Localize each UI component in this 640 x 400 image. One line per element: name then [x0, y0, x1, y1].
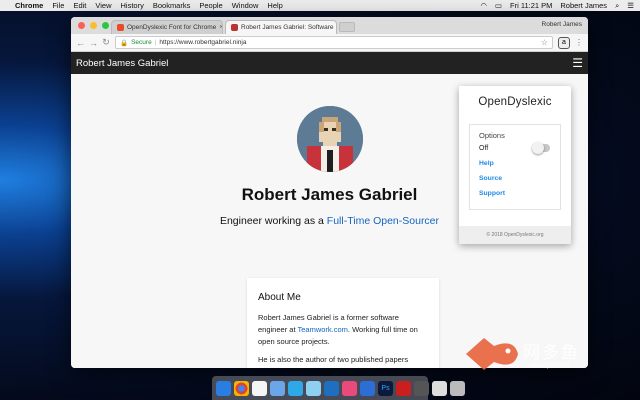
reload-icon[interactable]: ↻ [102, 37, 110, 48]
window-controls [78, 22, 109, 29]
favicon-icon [117, 24, 124, 31]
about-card: About Me Robert James Gabriel is a forme… [247, 278, 439, 368]
menu-edit[interactable]: Edit [73, 1, 86, 10]
teamwork-link[interactable]: Teamwork.com [297, 325, 347, 334]
minimize-window-button[interactable] [90, 22, 97, 29]
popup-footer: © 2018 OpenDyslexic.org [459, 226, 571, 244]
itunes-icon[interactable] [342, 380, 357, 396]
tab-robert-gabriel[interactable]: Robert James Gabriel: Software × [225, 20, 337, 34]
clock[interactable]: Fri 11:21 PM [510, 1, 552, 10]
menubar-user[interactable]: Robert James [560, 1, 607, 10]
app-store-icon[interactable] [360, 380, 375, 396]
site-brand[interactable]: Robert James Gabriel [76, 58, 168, 69]
downloads-icon[interactable] [432, 380, 447, 396]
avatar [297, 106, 363, 172]
back-icon[interactable]: ← [76, 38, 85, 48]
extension-popup: OpenDyslexic Options Off Help Source Sup… [459, 86, 571, 244]
bookmark-star-icon[interactable]: ☆ [541, 38, 548, 47]
site-navbar: Robert James Gabriel ☰ [71, 52, 588, 74]
menu-app-name[interactable]: Chrome [15, 1, 43, 10]
divider: | [154, 39, 157, 46]
menu-history[interactable]: History [121, 1, 144, 10]
menu-people[interactable]: People [199, 1, 222, 10]
menu-window[interactable]: Window [232, 1, 259, 10]
tab-bar: OpenDyslexic Font for Chrome × Robert Ja… [71, 17, 588, 34]
terminal-icon[interactable] [414, 380, 429, 396]
chrome-icon[interactable] [234, 380, 249, 396]
finder-icon[interactable] [216, 380, 231, 396]
help-link[interactable]: Help [479, 160, 560, 167]
tagline-text: Engineer working as a [219, 215, 324, 227]
enable-toggle[interactable] [532, 142, 550, 154]
address-bar[interactable]: 🔒 Secure | https://www.robertgabriel.nin… [115, 36, 553, 49]
menubar-status-area: ◠ ▭ Fri 11:21 PM Robert James ⌕ ☰ [480, 1, 634, 11]
vscode-icon[interactable] [324, 380, 339, 396]
about-paragraph-2: He is also the author of two published p… [258, 355, 413, 368]
web-page: Robert James Gabriel ☰ Robert James Gabr… [71, 52, 588, 368]
tweetbot-icon[interactable] [288, 380, 303, 396]
profile-button[interactable]: Robert James [542, 21, 582, 28]
watermark-subtext: wduoyu.com [530, 362, 570, 369]
source-link[interactable]: Source [479, 175, 560, 182]
secure-label: Secure [131, 39, 152, 46]
menu-file[interactable]: File [52, 1, 64, 10]
about-paragraph-1: Robert James Gabriel is a former softwar… [258, 312, 429, 348]
zoom-window-button[interactable] [102, 22, 109, 29]
support-link[interactable]: Support [479, 190, 560, 197]
tab-label: Robert James Gabriel: Software [241, 24, 334, 31]
tab-label: OpenDyslexic Font for Chrome [127, 24, 217, 31]
watermark-text: 网多鱼 [523, 343, 580, 362]
new-tab-button[interactable] [339, 22, 355, 32]
toggle-row: Off [479, 142, 560, 154]
tagline-link[interactable]: Full-Time Open-Sourcer [327, 215, 439, 227]
battery-icon[interactable]: ▭ [495, 1, 502, 10]
menu-help[interactable]: Help [267, 1, 282, 10]
notes-icon[interactable] [252, 380, 267, 396]
browser-window: OpenDyslexic Font for Chrome × Robert Ja… [71, 17, 588, 368]
preview-icon[interactable] [270, 380, 285, 396]
wifi-icon[interactable]: ◠ [480, 1, 487, 10]
acrobat-icon[interactable] [396, 380, 411, 396]
pixel-avatar-icon [297, 106, 363, 172]
forward-icon[interactable]: → [89, 38, 98, 48]
options-label: Options [479, 131, 505, 140]
about-heading: About Me [258, 292, 301, 303]
url-text[interactable]: https://www.robertgabriel.ninja [159, 39, 246, 46]
notification-center-icon[interactable]: ☰ [627, 1, 634, 10]
trash-icon[interactable] [450, 380, 465, 396]
hamburger-menu-icon[interactable]: ☰ [572, 56, 583, 70]
menu-view[interactable]: View [95, 1, 111, 10]
app-icon[interactable] [306, 380, 321, 396]
lock-icon: 🔒 [120, 39, 129, 47]
popup-options-panel: Options Off Help Source Support [469, 124, 561, 210]
photoshop-icon[interactable]: Ps [378, 380, 393, 396]
browser-menu-icon[interactable]: ⋮ [575, 38, 583, 47]
toggle-state-label: Off [479, 144, 489, 152]
tab-opendyslexic[interactable]: OpenDyslexic Font for Chrome × [111, 20, 223, 34]
browser-toolbar: ← → ↻ 🔒 Secure | https://www.robertgabri… [71, 34, 588, 52]
spotlight-icon[interactable]: ⌕ [615, 1, 619, 11]
dock: Ps [212, 376, 465, 400]
close-tab-icon[interactable]: × [336, 24, 337, 31]
popup-title: OpenDyslexic [478, 96, 552, 108]
close-tab-icon[interactable]: × [219, 24, 222, 31]
opendyslexic-extension-icon[interactable]: a [558, 36, 570, 49]
menu-bookmarks[interactable]: Bookmarks [153, 1, 191, 10]
close-window-button[interactable] [78, 22, 85, 29]
menubar: Chrome File Edit View History Bookmarks … [0, 0, 640, 11]
favicon-icon [231, 24, 238, 31]
